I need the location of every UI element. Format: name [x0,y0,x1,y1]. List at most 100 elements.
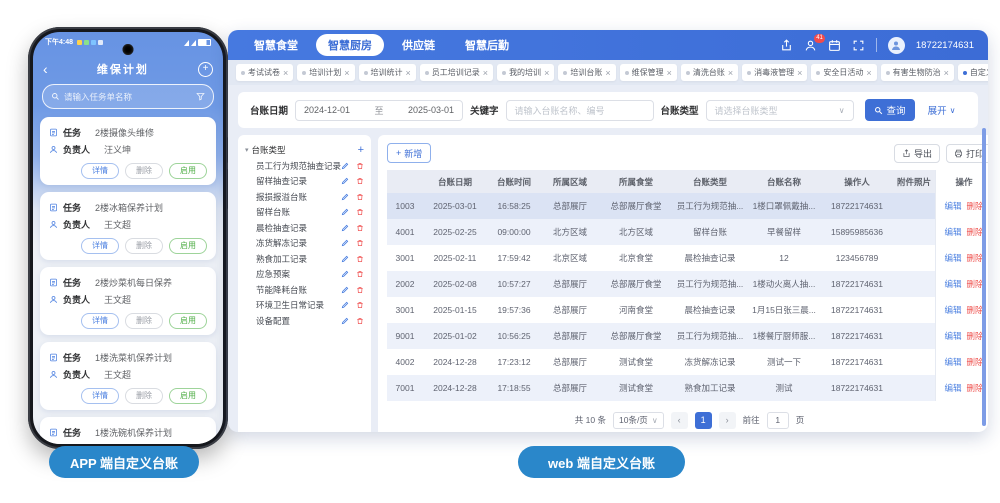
add-plan-icon[interactable]: + [198,61,213,77]
tab-close-icon[interactable]: × [866,68,871,78]
tab-close-icon[interactable]: × [667,68,672,78]
tab-close-icon[interactable]: × [483,68,488,78]
tab[interactable]: 自定义台账 × [957,64,988,81]
edit-link[interactable]: 编辑 [944,253,961,263]
tab-close-icon[interactable]: × [406,68,411,78]
page-size-select[interactable]: 10条/页 ∨ [612,411,664,429]
edit-icon[interactable] [341,286,349,294]
edit-link[interactable]: 编辑 [944,305,961,315]
add-button[interactable]: + 新增 [387,143,432,163]
delete-button[interactable]: 删除 [125,388,163,404]
trash-icon[interactable] [356,162,364,170]
tab-close-icon[interactable]: × [728,68,733,78]
task-card[interactable]: 任务 2楼炒菜机每日保养 负责人 王文超 详情 删除 启用 [40,267,216,335]
tab[interactable]: 消毒液管理 × [742,64,808,81]
edit-icon[interactable] [341,224,349,232]
table-row[interactable]: 4002 2024-12-28 17:23:12 总部展厅 测试食堂 冻货解冻记… [387,349,988,375]
export-button[interactable]: 导出 [893,143,940,163]
enable-button[interactable]: 启用 [169,388,207,404]
trash-icon[interactable] [356,255,364,263]
tree-item[interactable]: 熟食加工记录 [245,251,364,267]
edit-link[interactable]: 编辑 [944,331,961,341]
trash-icon[interactable] [356,224,364,232]
tree-item[interactable]: 环境卫生日常记录 [245,298,364,314]
tab[interactable]: 员工培训记录 × [419,64,494,81]
delete-link[interactable]: 删除 [967,227,984,237]
tab-close-icon[interactable]: × [605,68,610,78]
tab-close-icon[interactable]: × [944,68,949,78]
avatar[interactable] [887,36,905,54]
share-icon[interactable] [780,38,793,52]
table-row[interactable]: 1003 2025-03-01 16:58:25 总部展厅 总部展厅食堂 员工行… [387,193,988,219]
detail-button[interactable]: 详情 [81,313,119,329]
schedule-icon[interactable] [828,39,841,52]
delete-button[interactable]: 删除 [125,313,163,329]
edit-icon[interactable] [341,255,349,263]
tab[interactable]: 安全日活动 × [811,64,877,81]
tab[interactable]: 考试试卷 × [236,64,294,81]
delete-link[interactable]: 删除 [967,253,984,263]
fullscreen-icon[interactable] [852,39,865,52]
delete-link[interactable]: 删除 [967,357,984,367]
tree-item[interactable]: 报损报溢台账 [245,189,364,205]
edit-link[interactable]: 编辑 [944,357,961,367]
type-select[interactable]: 请选择台账类型 ∨ [705,99,854,121]
delete-link[interactable]: 删除 [967,201,984,211]
table-row[interactable]: 2002 2025-02-08 10:57:27 总部展厅 总部展厅食堂 员工行… [387,271,988,297]
search-button[interactable]: 查询 [864,99,915,121]
expand-link[interactable]: 展开 ∨ [928,103,956,118]
tab[interactable]: 清洗台账 × [680,64,739,81]
edit-icon[interactable] [341,301,349,309]
edit-icon[interactable] [341,270,349,278]
tab-close-icon[interactable]: × [283,68,288,78]
enable-button[interactable]: 启用 [169,163,207,179]
edit-icon[interactable] [341,317,349,325]
task-card[interactable]: 任务 1楼洗碗机保养计划 负责人 王文超 详情 删除 启用 [40,417,216,444]
edit-link[interactable]: 编辑 [944,383,961,393]
task-card[interactable]: 任务 1楼洗菜机保养计划 负责人 王文超 详情 删除 启用 [40,342,216,410]
edit-link[interactable]: 编辑 [944,227,961,237]
tab-close-icon[interactable]: × [797,68,802,78]
tree-item[interactable]: 晨检抽查记录 [245,220,364,236]
table-row[interactable]: 3001 2025-02-11 17:59:42 北京区域 北京食堂 晨检抽查记… [387,245,988,271]
trash-icon[interactable] [356,177,364,185]
tree-item[interactable]: 员工行为规范抽查记录 [245,158,364,174]
detail-button[interactable]: 详情 [81,388,119,404]
edit-icon[interactable] [341,208,349,216]
delete-link[interactable]: 删除 [967,331,984,341]
tab[interactable]: 培训计划 × [297,64,355,81]
trash-icon[interactable] [356,317,364,325]
search-input[interactable]: 请输入任务单名称 [42,84,214,109]
tab-close-icon[interactable]: × [344,68,349,78]
trash-icon[interactable] [356,193,364,201]
delete-button[interactable]: 删除 [125,238,163,254]
nav-item[interactable]: 供应链 [390,34,447,56]
table-row[interactable]: 9001 2025-01-02 10:56:25 总部展厅 总部展厅食堂 员工行… [387,323,988,349]
edit-link[interactable]: 编辑 [944,279,961,289]
notifications-icon[interactable]: 41 [804,33,825,52]
tree-item[interactable]: 应急预案 [245,267,364,283]
table-row[interactable]: 4001 2025-02-25 09:00:00 北方区域 北方区域 留样台账 … [387,219,988,245]
trash-icon[interactable] [356,208,364,216]
current-page[interactable]: 1 [694,411,712,429]
tab[interactable]: 培训统计 × [358,64,416,81]
tree-item[interactable]: 设备配置 [245,313,364,329]
table-row[interactable]: 3001 2025-01-15 19:57:36 总部展厅 河南食堂 晨检抽查记… [387,297,988,323]
prev-page-button[interactable]: ‹ [670,411,688,429]
add-type-icon[interactable]: + [358,144,364,156]
tab[interactable]: 我的培训 × [497,64,555,81]
tree-item[interactable]: 冻货解冻记录 [245,236,364,252]
trash-icon[interactable] [356,270,364,278]
edit-icon[interactable] [341,239,349,247]
table-row[interactable]: 7001 2024-12-28 17:18:55 总部展厅 测试食堂 熟食加工记… [387,375,988,401]
edit-icon[interactable] [341,177,349,185]
nav-item[interactable]: 智慧食堂 [242,34,310,56]
next-page-button[interactable]: › [718,411,736,429]
vertical-scrollbar[interactable] [982,128,986,426]
detail-button[interactable]: 详情 [81,163,119,179]
tab[interactable]: 培训台账 × [558,64,616,81]
tab[interactable]: 维保管理 × [619,64,677,81]
goto-page-input[interactable]: 1 [766,411,789,429]
trash-icon[interactable] [356,239,364,247]
tab[interactable]: 有害生物防治 × [880,64,954,81]
